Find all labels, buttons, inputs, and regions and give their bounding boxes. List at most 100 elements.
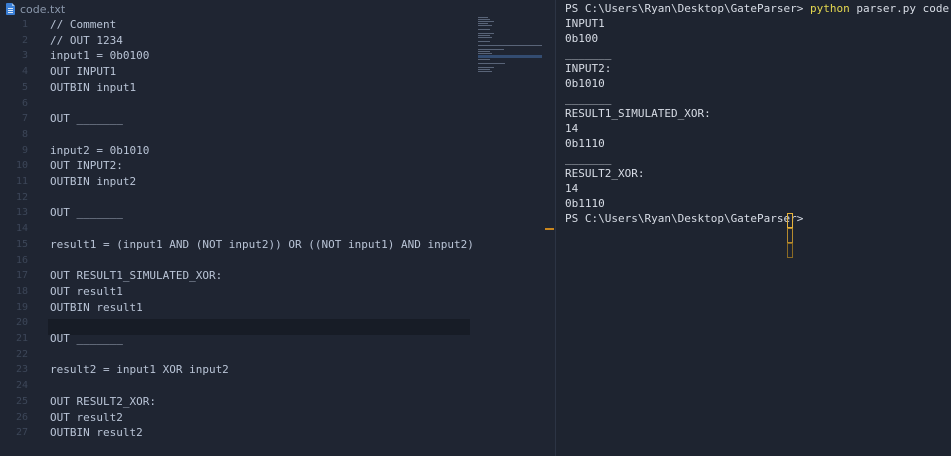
code-text: OUT _______ xyxy=(50,206,123,220)
code-line[interactable]: 19 OUTBIN result1 xyxy=(0,300,555,316)
line-number: 25 xyxy=(15,395,28,407)
code-line[interactable]: 25 OUT RESULT2_XOR: xyxy=(0,394,555,410)
code-text: OUT _______ xyxy=(50,112,123,126)
line-number: 6 xyxy=(21,97,28,109)
code-line[interactable]: 3 input1 = 0b0100 xyxy=(0,48,555,64)
line-number: 2 xyxy=(21,34,28,46)
code-text: OUT INPUT2: xyxy=(50,159,123,173)
code-line[interactable]: 4 OUT INPUT1 xyxy=(0,64,555,80)
line-number: 23 xyxy=(15,364,28,376)
line-number: 15 xyxy=(15,238,28,250)
code-line[interactable]: 16 xyxy=(0,253,555,269)
code-line[interactable]: 2 // OUT 1234 xyxy=(0,33,555,49)
code-line[interactable]: 7 OUT _______ xyxy=(0,111,555,127)
code-line[interactable]: 9 input2 = 0b1010 xyxy=(0,143,555,159)
terminal-output-line: INPUT2: xyxy=(565,62,612,75)
command-args: parser.py code.txt xyxy=(856,2,951,15)
code-text: OUT result1 xyxy=(50,284,123,298)
code-text: input1 = 0b0100 xyxy=(50,49,150,63)
text-file-icon xyxy=(6,3,15,15)
code-line[interactable]: 20 xyxy=(0,315,555,331)
code-line[interactable]: 21 OUT _______ xyxy=(0,331,555,347)
code-text: OUTBIN result2 xyxy=(50,426,143,440)
code-line[interactable]: 6 xyxy=(0,96,555,112)
code-text: OUT result2 xyxy=(50,410,123,424)
code-line[interactable]: 8 xyxy=(0,127,555,143)
editor-tab-bar: code.txt xyxy=(0,0,555,17)
line-number: 20 xyxy=(15,317,28,329)
line-number: 8 xyxy=(21,128,28,140)
terminal-output-line: 0b1110 xyxy=(565,137,605,150)
line-number: 13 xyxy=(15,207,28,219)
code-text: OUT INPUT1 xyxy=(50,65,117,79)
command-name: python xyxy=(810,2,850,15)
terminal-output-line: RESULT2_XOR: xyxy=(565,167,645,180)
tab-code-txt[interactable]: code.txt xyxy=(6,1,65,17)
line-number: 21 xyxy=(15,333,28,344)
line-number: 12 xyxy=(15,191,28,203)
code-editor[interactable]: code.txt 1 // Comment 2 // OUT 1234 3 input1 … xyxy=(0,0,555,456)
code-line[interactable]: 23 result2 = input1 XOR input2 xyxy=(0,362,555,378)
terminal-cursor-trail xyxy=(787,243,793,258)
code-line[interactable]: 22 xyxy=(0,347,555,363)
line-number: 1 xyxy=(21,19,28,30)
code-text: input2 = 0b1010 xyxy=(50,143,150,157)
terminal-cursor xyxy=(787,213,793,228)
code-line[interactable]: 10 OUT INPUT2: xyxy=(0,158,555,174)
code-line[interactable]: 1 // Comment xyxy=(0,17,555,33)
code-line[interactable]: 5 OUTBIN input1 xyxy=(0,80,555,96)
code-line[interactable]: 26 OUT result2 xyxy=(0,410,555,426)
code-text: result2 = input1 XOR input2 xyxy=(50,363,229,377)
code-line[interactable]: 17 OUT RESULT1_SIMULATED_XOR: xyxy=(0,268,555,284)
code-text: OUT RESULT1_SIMULATED_XOR: xyxy=(50,269,223,283)
scrollbar-cursor-marker[interactable] xyxy=(545,228,554,230)
command-line: PS C:\Users\Ryan\Desktop\GateParser> pyt… xyxy=(565,1,951,16)
terminal-output-line: _______ xyxy=(565,92,612,105)
code-line[interactable]: 14 xyxy=(0,221,555,237)
minimap[interactable] xyxy=(478,17,546,77)
code-line[interactable]: 27 OUTBIN result2 xyxy=(0,425,555,441)
line-number: 10 xyxy=(15,160,28,172)
line-number: 18 xyxy=(15,285,28,297)
code-text: OUT RESULT2_XOR: xyxy=(50,394,156,408)
terminal-output-line: _______ xyxy=(565,152,612,165)
terminal-cursor-trail xyxy=(787,228,793,243)
line-number: 17 xyxy=(15,270,28,282)
terminal-output-line: INPUT1 xyxy=(565,17,605,30)
line-number: 9 xyxy=(21,144,28,156)
line-number: 14 xyxy=(15,223,28,235)
line-number: 4 xyxy=(21,66,28,78)
code-line[interactable]: 24 xyxy=(0,378,555,394)
line-number: 19 xyxy=(15,301,28,313)
command-prompt: PS C:\Users\Ryan\Desktop\GateParser> xyxy=(565,2,811,15)
code-text: OUT _______ xyxy=(50,332,123,345)
terminal-output-line: 0b1110 xyxy=(565,197,605,210)
line-number: 27 xyxy=(15,427,28,439)
code-line[interactable]: 15 result1 = (input1 AND (NOT input2)) OR… xyxy=(0,237,555,253)
code-text: OUTBIN input2 xyxy=(50,175,137,188)
line-number: 22 xyxy=(15,348,28,360)
terminal-output-line: 0b1010 xyxy=(565,77,605,90)
terminal-output-line: 14 xyxy=(565,182,579,195)
code-text: // OUT 1234 xyxy=(50,33,123,47)
code-text: OUTBIN input1 xyxy=(50,80,137,94)
line-number: 24 xyxy=(15,380,28,392)
line-number: 16 xyxy=(15,254,28,266)
line-number: 26 xyxy=(15,411,28,423)
code-line[interactable]: 18 OUT result1 xyxy=(0,284,555,300)
line-number: 5 xyxy=(21,81,28,93)
code-line[interactable]: 11 OUTBIN input2 xyxy=(0,174,555,190)
line-number: 11 xyxy=(15,176,28,187)
terminal-output-line: 0b100 xyxy=(565,32,599,45)
terminal-output-line: 14 xyxy=(565,122,579,135)
code-text: OUTBIN result1 xyxy=(50,300,143,314)
code-line[interactable]: 13 OUT _______ xyxy=(0,205,555,221)
code-line[interactable]: 12 xyxy=(0,190,555,206)
code-text: // Comment xyxy=(50,18,117,31)
tab-label: code.txt xyxy=(20,2,66,16)
final-prompt[interactable]: PS C:\Users\Ryan\Desktop\GateParser> xyxy=(565,211,803,226)
terminal-output-line: _______ xyxy=(565,47,612,60)
terminal-panel[interactable]: PS C:\Users\Ryan\Desktop\GateParser> pyt… xyxy=(556,0,951,456)
terminal-output-line: RESULT1_SIMULATED_XOR: xyxy=(565,107,711,120)
code-text: result1 = (input1 AND (NOT input2)) OR (… xyxy=(50,237,474,251)
